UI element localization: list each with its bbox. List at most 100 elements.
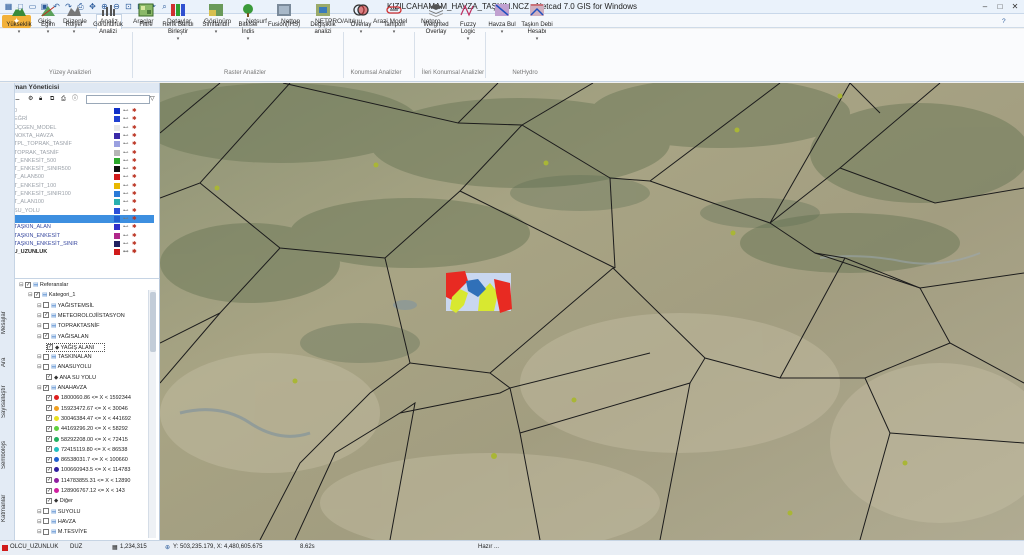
layer-lock-icon[interactable]: ✱ [132, 232, 137, 240]
layer-lock-icon[interactable]: ✱ [132, 149, 137, 157]
tree-row[interactable]: ✓ 30046384.47 <= X < 441692 [46, 415, 131, 424]
tree-row[interactable]: ⊟ ✓ ▤ METEOROLOJİİSTASYON [37, 312, 125, 321]
tree-row[interactable]: ✓ 58292208.00 <= X < 72415 [46, 436, 128, 445]
layer-color-swatch[interactable] [114, 108, 120, 114]
classify-button[interactable]: Sınıflandır ▾ [200, 3, 232, 36]
layer-row[interactable]: TOPRAK_TASNİF ⊷ ✱ [14, 149, 154, 157]
tree-row[interactable]: ✓ ◆ Diğer [46, 497, 73, 506]
tree-scrollbar[interactable] [148, 290, 156, 538]
tree-checkbox[interactable]: ✓ [46, 497, 52, 504]
layer-lock-icon[interactable]: ✱ [132, 165, 137, 173]
weighted-overlay-button[interactable]: Weighted Overlay [418, 3, 454, 36]
layer-row[interactable]: T_ENKESİT_SINIR500 ⊷ ✱ [14, 165, 154, 173]
tab-symbology[interactable]: Sembolojs [1, 433, 14, 477]
tree-checkbox[interactable]: ✓ [34, 291, 41, 298]
map-canvas[interactable] [160, 83, 1024, 540]
tree-row[interactable]: ⊟ ▤ M.TESVİYE [37, 528, 87, 537]
tree-checkbox[interactable]: ✓ [46, 415, 52, 422]
layer-visibility-icon[interactable]: ⊷ [123, 232, 129, 240]
tree-checkbox[interactable] [43, 528, 50, 535]
layer-visibility-icon[interactable]: ⊷ [123, 115, 129, 123]
layer-lock-icon[interactable]: ✱ [132, 157, 137, 165]
layer-lock-icon[interactable]: ✱ [132, 182, 137, 190]
layer-visibility-icon[interactable]: ⊷ [123, 223, 129, 231]
tree-checkbox[interactable]: ✓ [43, 384, 50, 391]
tree-checkbox[interactable] [43, 363, 50, 370]
tree-row[interactable]: ⊟ ▤ SUYOLU [37, 508, 81, 517]
layer-properties-icon[interactable]: ⚙ [28, 95, 33, 104]
layer-row[interactable]: T_ALAN100 ⊷ ✱ [14, 198, 154, 206]
tree-checkbox[interactable]: ✓ [47, 344, 53, 351]
remove-layer-icon[interactable]: − [15, 95, 20, 104]
layer-visibility-icon[interactable]: ⊷ [123, 157, 129, 165]
tree-checkbox[interactable]: ✓ [46, 446, 52, 453]
layer-visibility-icon[interactable]: ⊷ [123, 107, 129, 115]
tree-row[interactable]: ✓ 44169296.20 <= X < 58292 [46, 425, 128, 434]
overlay-button[interactable]: Overlay ▾ [346, 3, 376, 36]
tree-row[interactable]: ✓ 72415119.80 <= X < 86538 [46, 446, 127, 455]
tree-checkbox[interactable] [43, 353, 50, 360]
status-mode[interactable]: DUZ [70, 544, 82, 550]
layer-visibility-icon[interactable]: ⊷ [123, 240, 129, 248]
tab-messages[interactable]: Mesajlar [1, 298, 14, 348]
layer-visibility-icon[interactable]: ⊷ [123, 165, 129, 173]
layer-visibility-icon[interactable]: ⊷ [123, 132, 129, 140]
tree-checkbox[interactable]: ✓ [46, 405, 52, 412]
layer-row[interactable]: OLCU_UZUNLUK ⊷ ✱ [2, 248, 142, 256]
layer-color-swatch[interactable] [114, 149, 120, 156]
relief-button[interactable]: Rölyef ▾ [62, 3, 86, 36]
elevation-button[interactable]: Yükseklik ▾ [4, 3, 34, 36]
tab-layers[interactable]: Katmanlar [1, 481, 14, 535]
layer-color-swatch[interactable] [114, 116, 120, 123]
layer-color-swatch[interactable] [114, 215, 120, 222]
tree-checkbox[interactable]: ✓ [46, 374, 52, 381]
layer-color-swatch[interactable] [114, 141, 120, 148]
tree-row[interactable]: ⊟ ✓ ▤ Kategori_1 [28, 291, 75, 300]
close-icon[interactable]: ✕ [1008, 1, 1022, 12]
tree-row[interactable]: ⊟ ▤ YAĞISTEMSİL [37, 302, 94, 311]
layer-lock-icon[interactable]: ✱ [132, 173, 137, 181]
status-layer[interactable]: OLCU_UZUNLUK [10, 544, 58, 550]
layer-color-swatch[interactable] [114, 240, 120, 247]
layer-lock-icon[interactable]: ✱ [132, 223, 137, 231]
layer-row[interactable]: T_ALAN500 ⊷ ✱ [14, 173, 154, 181]
merge-color-band-button[interactable]: Renk Bandı Birleştir ▾ [160, 3, 196, 43]
layer-lock-icon[interactable]: ✱ [132, 198, 137, 206]
minimize-icon[interactable]: – [978, 1, 992, 12]
layer-lock-icon[interactable]: ✱ [132, 240, 137, 248]
filter-icon[interactable]: ▽ [150, 95, 155, 104]
tree-checkbox[interactable]: ✓ [43, 312, 50, 319]
layer-row[interactable]: T_ENKESİT_500 ⊷ ✱ [14, 157, 154, 165]
layer-color-swatch[interactable] [114, 232, 120, 239]
layer-color-swatch[interactable] [114, 157, 120, 164]
layer-color-swatch[interactable] [114, 199, 120, 206]
tab-search[interactable]: Ara [1, 351, 14, 373]
layer-row[interactable]: ÜÇGEN_MODEL ⊷ ✱ [14, 124, 154, 132]
layer-lock-icon[interactable]: ✱ [132, 140, 137, 148]
tree-row[interactable]: ⊟ ▤ TASKINALAN [37, 353, 92, 362]
copy-icon[interactable]: ⧉ [50, 95, 54, 104]
slope-button[interactable]: Eğim ▾ [36, 3, 60, 36]
tree-checkbox[interactable]: ✓ [25, 281, 32, 288]
layer-color-swatch[interactable] [114, 207, 120, 214]
layer-lock-icon[interactable]: ✱ [132, 190, 137, 198]
tree-row[interactable]: ⊟ ▤ HAVZA [37, 518, 76, 527]
scrollbar-thumb[interactable] [150, 292, 156, 352]
layer-row[interactable]: TAŞKIN_ENKESİT_SINIR ⊷ ✱ [14, 240, 154, 248]
layer-color-swatch[interactable] [114, 132, 120, 139]
layer-color-swatch[interactable] [114, 182, 120, 189]
layer-lock-icon[interactable]: ✱ [132, 215, 137, 223]
layer-visibility-icon[interactable]: ⊷ [123, 149, 129, 157]
buffer-button[interactable]: Tampon ▾ [378, 3, 410, 36]
tree-row[interactable]: ✓ ◆ YAĞIŞ ALANI [46, 342, 106, 352]
tab-digitize[interactable]: Sayısallaştır [1, 375, 14, 429]
layer-row[interactable]: ⊷ ✱ [14, 214, 154, 223]
layer-color-swatch[interactable] [114, 249, 120, 256]
tree-row[interactable]: ✓ 86538031.7 <= X < 100660 [46, 456, 128, 465]
layer-visibility-icon[interactable]: ⊷ [123, 173, 129, 181]
layer-row[interactable]: TPL_TOPRAK_TASNİF ⊷ ✱ [14, 140, 154, 148]
layer-visibility-icon[interactable]: ⊷ [123, 215, 129, 223]
layer-row[interactable]: T_ENKESİT_SINIR100 ⊷ ✱ [14, 190, 154, 198]
tree-checkbox[interactable]: ✓ [46, 487, 52, 494]
flood-discharge-button[interactable]: Taşkın Debi Hesabı ▾ [518, 3, 556, 43]
